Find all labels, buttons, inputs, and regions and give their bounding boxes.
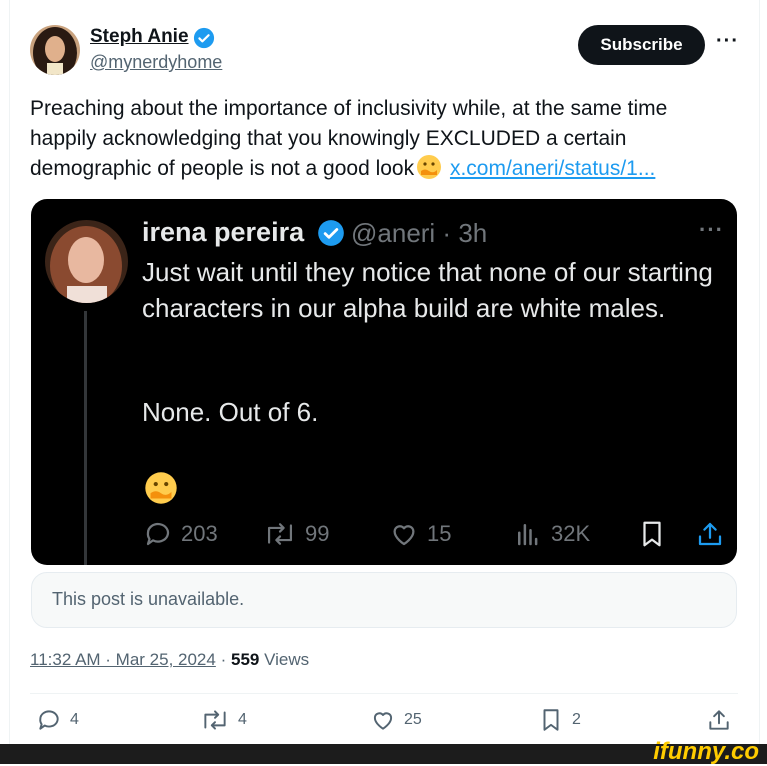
views-count: 559: [231, 650, 260, 669]
post-meta: 11:32 AM · Mar 25, 2024 · 559 Views: [30, 650, 309, 670]
hand-over-mouth-emoji-icon: [416, 154, 442, 189]
embed-text-2: None. Out of 6.: [142, 397, 319, 427]
like-count: 25: [404, 711, 422, 728]
embed-reply-stat: 203: [143, 519, 218, 549]
reply-icon: [146, 522, 170, 546]
share-icon: [709, 710, 729, 730]
author-name[interactable]: Steph Anie: [90, 26, 189, 48]
subscribe-button[interactable]: Subscribe: [578, 25, 705, 65]
thread-line: [84, 311, 87, 565]
embed-views-count: 32K: [551, 521, 591, 546]
share-button[interactable]: [706, 707, 740, 733]
post-text: Preaching about the importance of inclus…: [30, 94, 730, 189]
heart-icon: [393, 525, 415, 546]
verified-badge-icon: [193, 27, 215, 49]
bookmark-count: 2: [572, 711, 581, 728]
embed-views-stat: 32K: [513, 519, 590, 549]
repost-icon: [204, 710, 226, 730]
repost-count: 4: [238, 711, 247, 728]
embed-bookmark-stat: [637, 519, 675, 549]
timestamp-link[interactable]: 11:32 AM · Mar 25, 2024: [30, 650, 216, 669]
ifunny-watermark-logo: ifunny.co: [653, 738, 759, 765]
share-icon: [698, 522, 722, 546]
embedded-post-image[interactable]: irena pereira @aneri · 3h ··· Just wait …: [31, 199, 737, 565]
like-button[interactable]: 25: [370, 707, 422, 733]
reply-button[interactable]: 4: [36, 707, 79, 733]
more-options-icon[interactable]: ···: [716, 30, 739, 53]
author-handle[interactable]: @mynerdyhome: [90, 52, 222, 73]
views-label: Views: [264, 650, 310, 669]
hand-over-mouth-emoji-icon: [144, 471, 178, 510]
reply-count: 4: [70, 711, 79, 728]
embed-like-stat: 15: [389, 519, 451, 549]
unavailable-notice: This post is unavailable.: [31, 572, 737, 628]
embed-avatar: [45, 220, 128, 303]
reply-icon: [39, 710, 59, 730]
author-avatar[interactable]: [30, 25, 80, 75]
embed-repost-stat: 99: [263, 519, 329, 549]
bookmark-icon: [543, 709, 559, 731]
repost-icon: [267, 523, 293, 545]
embed-repost-count: 99: [305, 521, 330, 546]
bookmark-button[interactable]: 2: [538, 707, 581, 733]
embed-like-count: 15: [427, 521, 452, 546]
repost-button[interactable]: 4: [200, 707, 247, 733]
divider: [30, 693, 738, 694]
heart-icon: [373, 712, 393, 730]
bookmark-icon: [643, 521, 661, 547]
post-link[interactable]: x.com/aneri/status/1...: [450, 157, 655, 180]
analytics-icon: [518, 524, 538, 546]
embed-handle: @aneri · 3h: [351, 218, 488, 248]
embed-share-stat: [695, 519, 733, 549]
unavailable-text: This post is unavailable.: [52, 589, 245, 609]
embed-verified-badge-icon: [318, 220, 344, 246]
watermark-bar: [0, 744, 767, 764]
meta-separator: ·: [220, 650, 227, 669]
embed-text: Just wait until they notice that none of…: [142, 257, 713, 323]
embed-more-icon: ···: [699, 217, 724, 242]
embed-author-name: irena pereira: [142, 217, 305, 247]
embed-reply-count: 203: [181, 521, 218, 546]
